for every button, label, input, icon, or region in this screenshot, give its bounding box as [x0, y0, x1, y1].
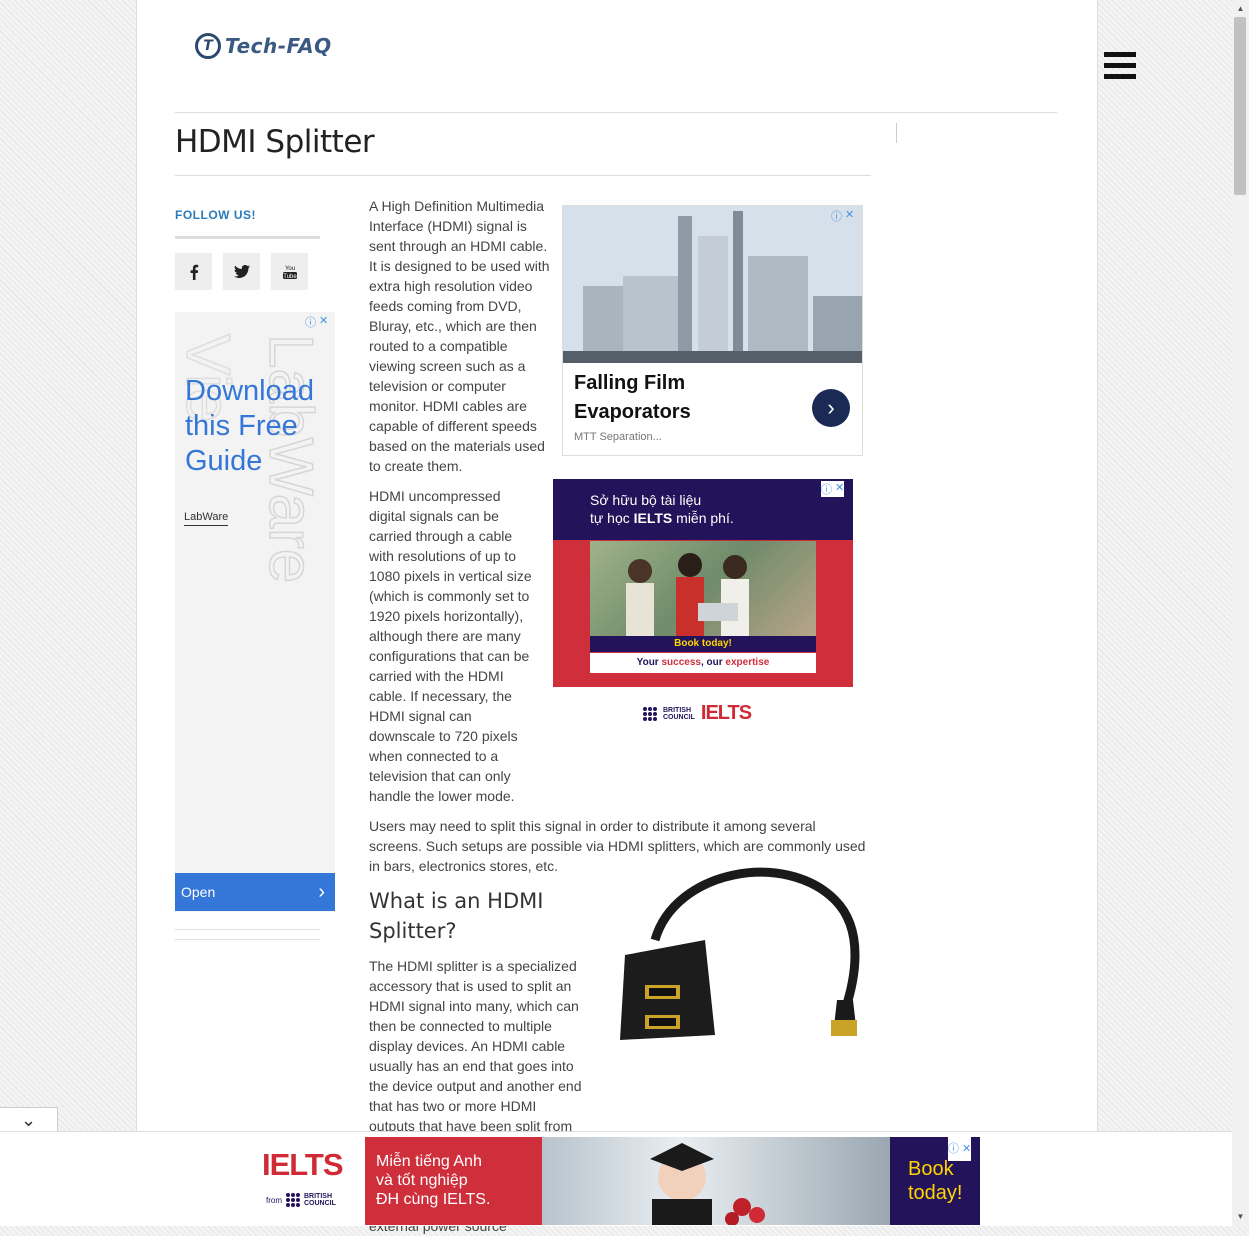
- paragraph-2: HDMI uncompressed digital signals can be…: [369, 488, 532, 804]
- youtube-icon[interactable]: You Tube: [271, 253, 308, 290]
- british-council-logo: from BRITISH COUNCIL: [266, 1193, 336, 1207]
- ad-close-icon[interactable]: ✕: [962, 1137, 971, 1161]
- facebook-icon[interactable]: [175, 253, 212, 290]
- bottom-ad-text-panel: Miễn tiếng Anh và tốt nghiệp ĐH cùng IELTS…: [365, 1137, 542, 1225]
- students-photo: [590, 541, 816, 638]
- page-title: HDMI Splitter: [175, 124, 375, 160]
- british-council-dots-icon: [643, 706, 657, 721]
- bottom-ad-cta[interactable]: Book today! ⓘ ✕: [890, 1137, 980, 1225]
- falling-film-ad[interactable]: ⓘ ✕ Falling Film Evaporators MTT Separati…: [562, 205, 863, 456]
- chevron-right-icon: ›: [318, 880, 325, 903]
- scrollbar-thumb[interactable]: [1234, 17, 1246, 195]
- chevron-right-icon[interactable]: ›: [812, 389, 850, 427]
- adchoices-icon[interactable]: ⓘ ✕: [821, 481, 845, 497]
- british-council-logo: BRITISH COUNCIL IELTS: [643, 702, 752, 725]
- adchoices-icon[interactable]: ⓘ ✕: [831, 208, 854, 224]
- paragraph-1: A High Definition Multimedia Interface (…: [369, 198, 550, 474]
- twitter-icon[interactable]: [223, 253, 260, 290]
- ielts-box-text: Sở hữu bộ tài liệu tự học IELTS miễn phí…: [590, 492, 734, 526]
- follow-divider: [175, 236, 320, 239]
- sidebar-ad-headline: Download this Free Guide: [185, 375, 314, 477]
- ielts-box-ad[interactable]: Sở hữu bộ tài liệu tự học IELTS miễn phí…: [553, 479, 853, 687]
- bottom-banner-ad[interactable]: IELTS from BRITISH COUNCIL Miễn tiếng Anh…: [252, 1137, 980, 1225]
- ad-close-icon[interactable]: ✕: [845, 208, 854, 224]
- sidebar-ad-brand: LabWare: [184, 511, 229, 526]
- bottom-ad-logo-panel: IELTS from BRITISH COUNCIL: [252, 1137, 365, 1225]
- sidebar-divider: [175, 939, 320, 940]
- hdmi-splitter-image: [620, 867, 860, 1040]
- adchoices-icon[interactable]: ⓘ ✕: [948, 1137, 972, 1161]
- header-divider: [175, 112, 1057, 113]
- factory-image: [563, 206, 862, 363]
- logo-mark-icon: T: [195, 33, 221, 59]
- site-logo[interactable]: T Tech-FAQ: [195, 33, 332, 59]
- svg-text:Tube: Tube: [283, 274, 297, 280]
- svg-text:You: You: [284, 266, 294, 272]
- sidebar-divider: [175, 929, 320, 930]
- sidebar-ad-open-button[interactable]: Open ›: [175, 873, 335, 911]
- ad-close-icon[interactable]: ✕: [835, 481, 844, 497]
- book-today-label: Book today!: [590, 636, 816, 652]
- logo-text: Tech-FAQ: [225, 34, 332, 58]
- ielts-logo: IELTS: [700, 702, 752, 724]
- ielts-box-footer: Your success, our expertise: [590, 653, 816, 673]
- open-label: Open: [181, 884, 216, 900]
- ad-close-icon[interactable]: ✕: [319, 314, 328, 330]
- collapse-ad-button[interactable]: ⌄: [0, 1107, 58, 1132]
- ad-advertiser: MTT Separation...: [574, 431, 662, 443]
- menu-icon[interactable]: [1104, 52, 1136, 80]
- scroll-up-icon[interactable]: ▲: [1232, 0, 1249, 17]
- follow-us-label: FOLLOW US!: [175, 208, 256, 222]
- scroll-down-icon[interactable]: ▼: [1232, 1208, 1249, 1225]
- graduate-photo: [542, 1137, 890, 1225]
- ielts-logo: IELTS: [262, 1147, 344, 1182]
- vertical-divider: [896, 123, 897, 143]
- adchoices-icon[interactable]: ⓘ ✕: [305, 314, 328, 330]
- title-divider: [175, 175, 871, 176]
- section-heading: What is an HDMI Splitter?: [369, 889, 544, 943]
- sidebar-ad[interactable]: LabWare Vie ⓘ ✕ Download this Free Guide …: [175, 312, 335, 912]
- ad-title: Falling Film Evaporators: [574, 372, 691, 423]
- chevron-down-icon: ⌄: [20, 1110, 37, 1130]
